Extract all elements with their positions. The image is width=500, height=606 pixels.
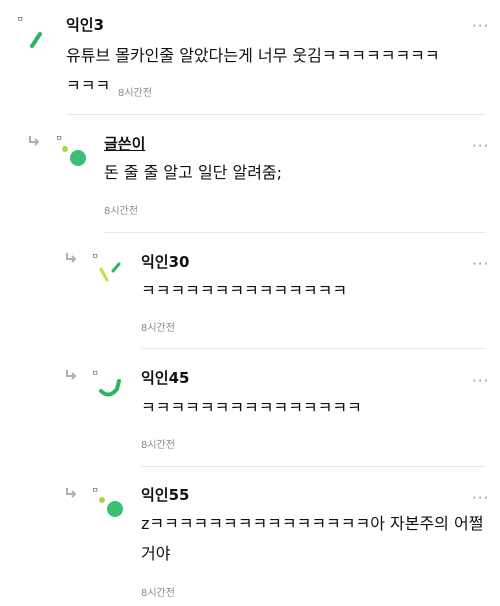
more-options-icon[interactable]: ··· (472, 374, 489, 389)
comment-author[interactable]: 익인55 (141, 484, 189, 505)
divider (141, 466, 486, 467)
avatar[interactable] (97, 375, 127, 405)
reply-arrow-icon (66, 370, 77, 380)
avatar[interactable] (97, 259, 127, 289)
divider (104, 232, 486, 233)
comment-time: 8시간전 (141, 588, 175, 599)
comment-text-line1: 유튜브 몰카인줄 알았다는게 너무 웃김ㅋㅋㅋㅋㅋㅋㅋㅋ (66, 46, 440, 65)
more-options-icon[interactable]: ··· (472, 19, 489, 34)
comment-text: ㅋㅋㅋㅋㅋㅋㅋㅋㅋㅋㅋㅋㅋㅋ (141, 281, 348, 300)
divider (66, 114, 486, 115)
comment-time: 8시간전 (141, 323, 175, 334)
comment-text-line2: ㅋㅋㅋ (66, 76, 111, 95)
reply-arrow-icon (66, 253, 77, 263)
reply-arrow-icon (29, 136, 40, 146)
comment-author[interactable]: 익인3 (66, 14, 104, 35)
reply-arrow-icon (66, 488, 77, 498)
comment-text-line2: 거야 (141, 544, 171, 563)
comment-author[interactable]: 익인45 (141, 367, 189, 388)
comment-time: 8시간전 (118, 88, 152, 99)
comment-time: 8시간전 (104, 206, 138, 217)
comment-time: 8시간전 (141, 440, 175, 451)
avatar[interactable] (97, 494, 127, 524)
avatar-tag: ㅁ (56, 134, 63, 142)
comment-text: ㅋㅋㅋㅋㅋㅋㅋㅋㅋㅋㅋㅋㅋㅋㅋ (141, 398, 362, 417)
avatar[interactable] (24, 26, 54, 56)
comment-author[interactable]: 글쓴이 (104, 133, 145, 154)
comment-text: 돈 줄 줄 알고 일단 알려줌; (104, 163, 283, 182)
more-options-icon[interactable]: ··· (472, 257, 489, 272)
comment-text-line1: zㅋㅋㅋㅋㅋㅋㅋㅋㅋㅋㅋㅋㅋㅋㅋ아 자본주의 어쩔 (141, 514, 484, 533)
avatar-tag: ㅁ (17, 15, 24, 23)
more-options-icon[interactable]: ··· (472, 139, 489, 154)
more-options-icon[interactable]: ··· (472, 491, 489, 506)
comment-author[interactable]: 익인30 (141, 251, 189, 272)
avatar[interactable] (60, 143, 90, 173)
divider (141, 348, 486, 349)
